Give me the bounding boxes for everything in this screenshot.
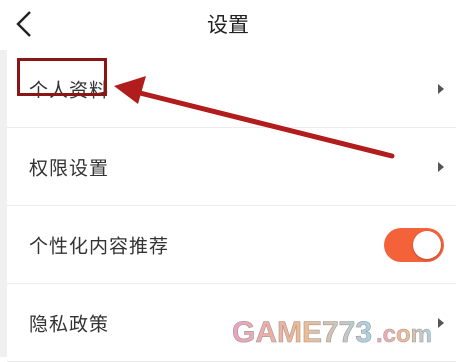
svg-text:.com: .com xyxy=(376,321,432,348)
annotation-arrow xyxy=(114,76,395,159)
svg-text:GAME773: GAME773 xyxy=(232,316,372,349)
watermark-logo: GAME773 .com xyxy=(232,316,432,350)
